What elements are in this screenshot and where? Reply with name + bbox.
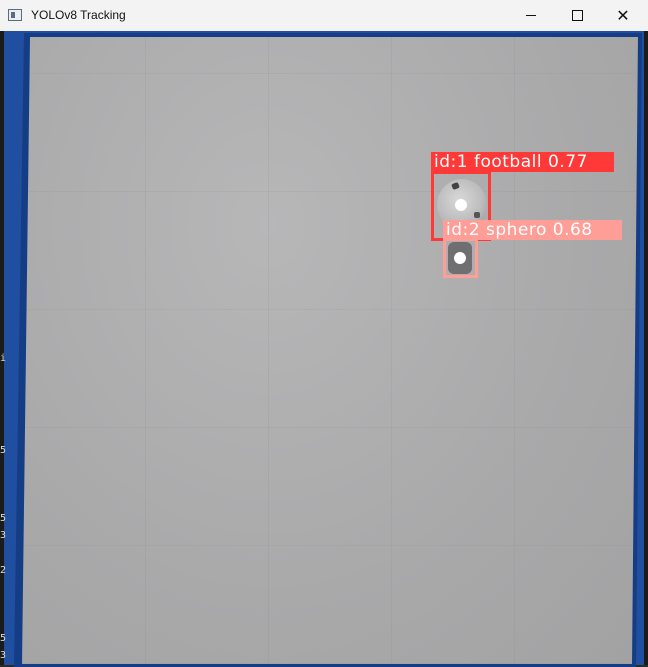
maximize-icon [571,10,583,21]
minimize-icon [526,15,536,16]
track-center-dot [454,252,466,264]
side-mark: 5 [0,445,7,456]
close-button[interactable]: ✕ [600,0,646,31]
maximize-button[interactable] [554,0,600,31]
side-mark: 2 [0,565,7,576]
side-mark: i [0,353,7,364]
side-mark: 5 [0,633,7,644]
background-window-edge: i 5 5 3 2 5 3 [0,0,6,665]
right-edge [644,31,648,665]
close-icon: ✕ [616,5,630,25]
title-bar[interactable]: YOLOv8 Tracking ✕ [0,0,648,32]
detection-label-sphero: id:2 sphero 0.68 [443,220,622,240]
detection-label-football: id:1 football 0.77 [431,152,614,172]
side-mark: 3 [0,650,7,661]
track-center-dot [455,199,467,211]
arena-floor [22,37,638,664]
app-window-icon [8,9,22,21]
side-mark: 3 [0,530,7,541]
window-title: YOLOv8 Tracking [31,8,126,22]
app-window: YOLOv8 Tracking ✕ i 5 5 3 2 5 3 id:1 foo… [0,0,648,667]
side-mark: 5 [0,513,7,524]
minimize-button[interactable] [508,0,554,31]
